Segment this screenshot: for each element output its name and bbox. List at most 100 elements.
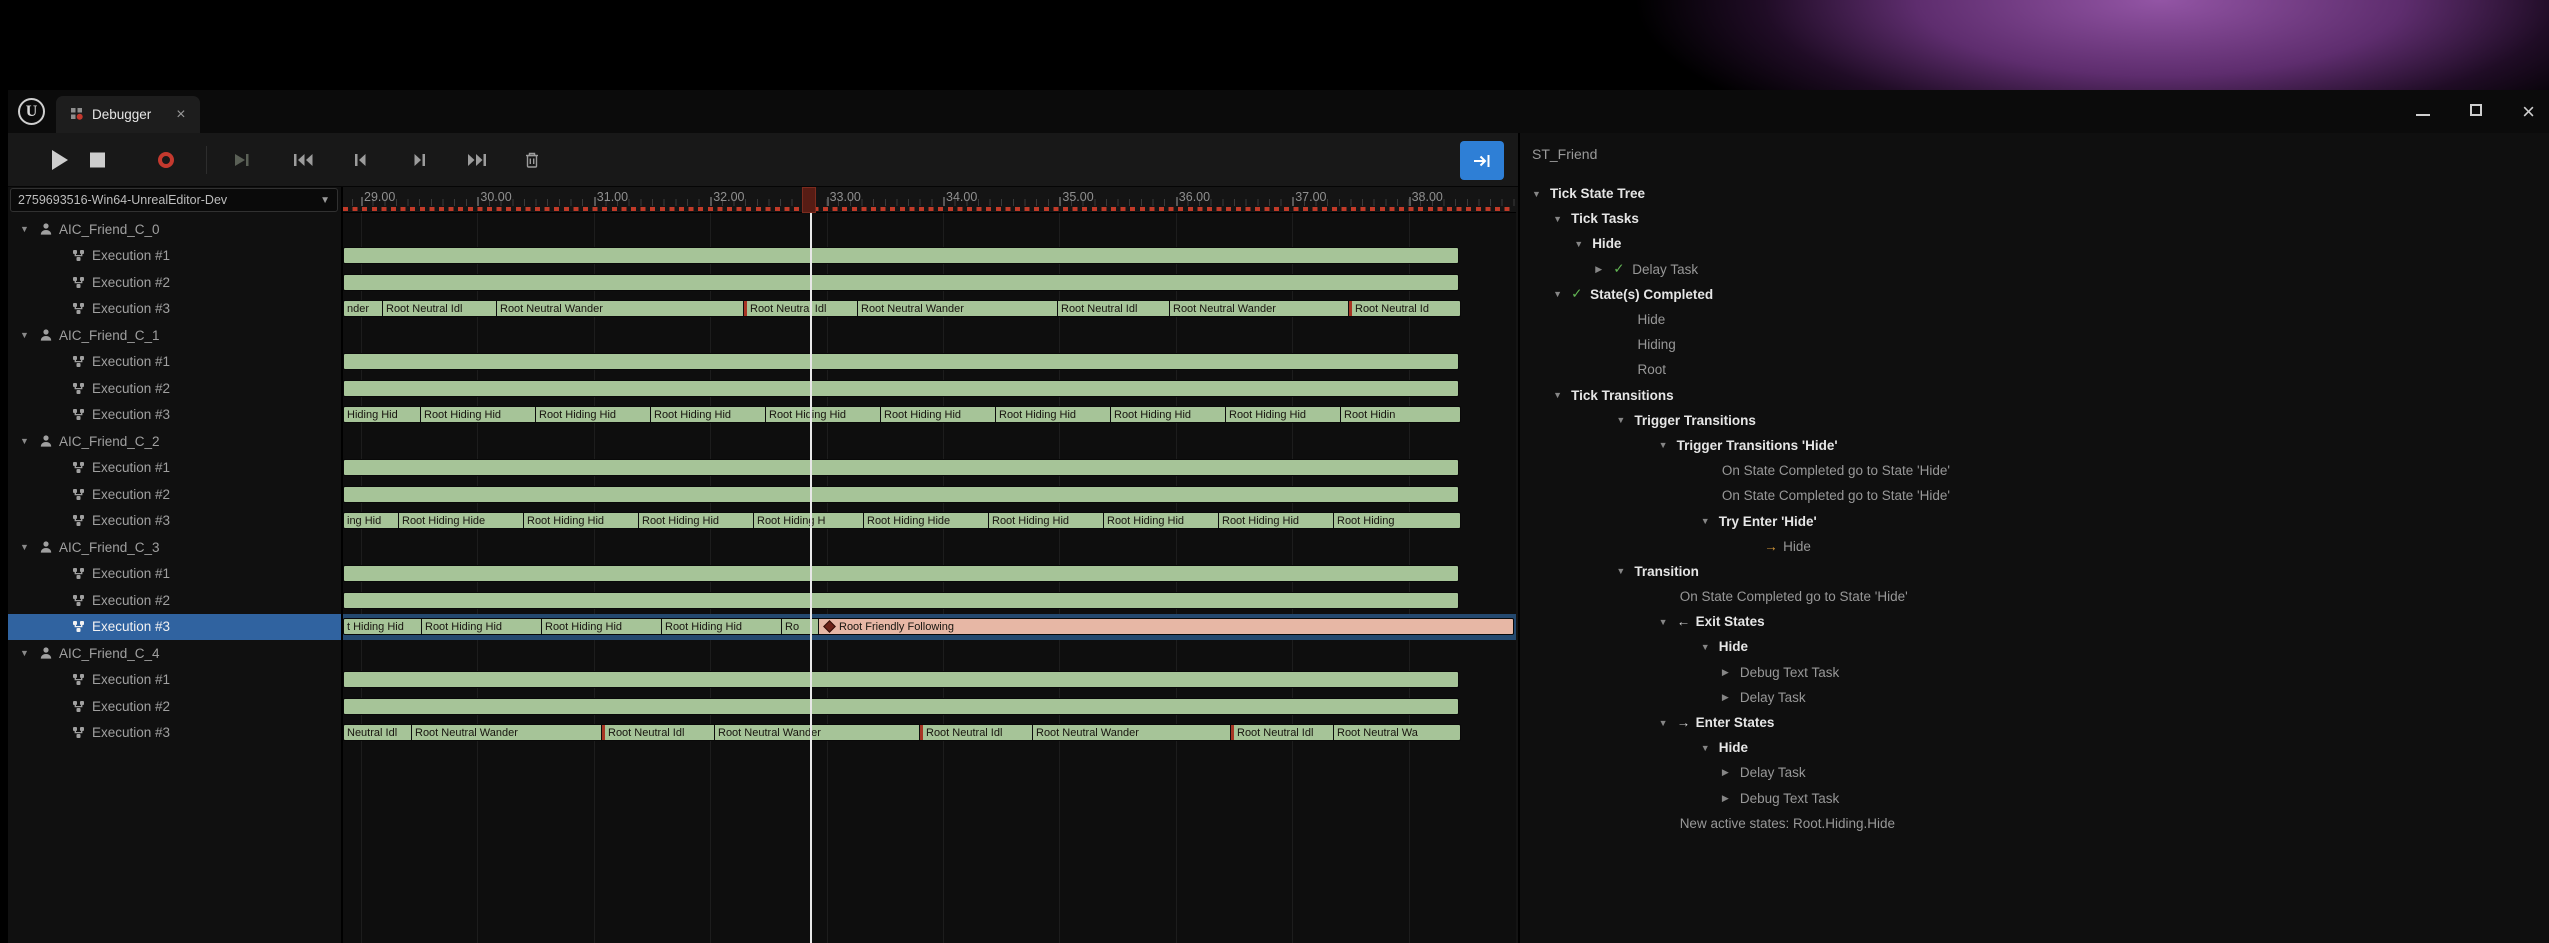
state-tree-row[interactable]: ▼Tick Transitions [1520, 383, 2549, 408]
state-segment[interactable]: Root Neutral Id [1349, 301, 1460, 316]
tree-item-execution[interactable]: Execution #2 [8, 375, 341, 402]
timeline-row[interactable] [343, 667, 1516, 694]
state-tree-row[interactable]: ▼✓State(s) Completed [1520, 282, 2549, 307]
state-tree-row[interactable]: →Hide [1520, 534, 2549, 559]
timeline-row[interactable] [343, 481, 1516, 508]
playhead[interactable] [810, 213, 812, 943]
chevron-down-icon[interactable]: ▼ [1659, 440, 1674, 450]
state-tree-row[interactable]: ▼Hide [1520, 231, 2549, 256]
state-tree-row[interactable]: On State Completed go to State 'Hide' [1520, 458, 2549, 483]
state-segment[interactable]: Root Neutral Idl [1231, 725, 1334, 740]
state-bar[interactable]: Neutral IdlRoot Neutral WanderRoot Neutr… [343, 724, 1461, 741]
tree-item-execution[interactable]: Execution #1 [8, 455, 341, 482]
chevron-down-icon[interactable]: ▼ [1701, 743, 1716, 753]
state-segment[interactable]: Root Hiding Hid [989, 513, 1104, 528]
tree-item-instance[interactable]: ▼AIC_Friend_C_3 [8, 534, 341, 561]
state-segment[interactable]: Root Neutral Idl [744, 301, 858, 316]
state-bar[interactable]: ing HidRoot Hiding HideRoot Hiding HidRo… [343, 512, 1461, 529]
chevron-down-icon[interactable]: ▼ [1553, 289, 1568, 299]
tree-item-instance[interactable]: ▼AIC_Friend_C_1 [8, 322, 341, 349]
state-tree-row[interactable]: Hiding [1520, 332, 2549, 357]
state-segment[interactable]: Root Hiding Hid [639, 513, 754, 528]
state-tree-row[interactable]: ▼→Enter States [1520, 710, 2549, 735]
frame-back-to-start-button[interactable] [292, 152, 314, 168]
chevron-down-icon[interactable]: ▼ [1553, 214, 1568, 224]
state-tree-row[interactable]: ▼Hide [1520, 634, 2549, 659]
state-segment[interactable]: Root Friendly Following [819, 619, 1513, 634]
state-tree-row[interactable]: ▶Debug Text Task [1520, 660, 2549, 685]
state-bar[interactable]: Hiding HidRoot Hiding HidRoot Hiding Hid… [343, 406, 1461, 423]
tree-item-execution[interactable]: Execution #3 [8, 508, 341, 535]
state-segment[interactable]: Root Hiding Hid [422, 619, 542, 634]
state-segment[interactable]: Hiding Hid [344, 407, 421, 422]
state-segment[interactable]: Root Neutral Wander [1170, 301, 1349, 316]
state-tree-row[interactable]: ▼Try Enter 'Hide' [1520, 508, 2549, 533]
state-tree-row[interactable]: ▶Debug Text Task [1520, 786, 2549, 811]
state-bar[interactable] [343, 671, 1459, 688]
chevron-down-icon[interactable]: ▼ [1701, 516, 1716, 526]
chevron-down-icon[interactable]: ▼ [1532, 189, 1547, 199]
play-button[interactable] [52, 150, 68, 170]
tree-item-execution[interactable]: Execution #1 [8, 243, 341, 270]
state-segment[interactable]: Root Hiding Hid [542, 619, 662, 634]
state-bar[interactable]: t Hiding HidRoot Hiding HidRoot Hiding H… [343, 618, 1514, 635]
state-segment[interactable]: Root Hiding Hide [864, 513, 989, 528]
chevron-right-icon[interactable]: ▶ [1722, 667, 1737, 678]
chevron-down-icon[interactable]: ▼ [1574, 239, 1589, 249]
state-tree-row[interactable]: ▶Delay Task [1520, 685, 2549, 710]
timeline-row[interactable] [343, 269, 1516, 296]
state-segment[interactable]: t Hiding Hid [344, 619, 422, 634]
tree-item-execution[interactable]: Execution #2 [8, 587, 341, 614]
state-bar[interactable] [343, 459, 1459, 476]
tree-item-execution[interactable]: Execution #1 [8, 561, 341, 588]
state-bar[interactable] [343, 274, 1459, 291]
state-segment[interactable]: Root Hiding Hid [1226, 407, 1341, 422]
state-tree-row[interactable]: ▼Tick Tasks [1520, 206, 2549, 231]
state-segment[interactable]: Root Hiding Hid [1111, 407, 1226, 422]
state-bar[interactable] [343, 592, 1459, 609]
state-bar[interactable] [343, 486, 1459, 503]
state-segment[interactable]: Root Neutral Wander [715, 725, 920, 740]
chevron-down-icon[interactable]: ▼ [20, 542, 33, 552]
timeline-row[interactable]: ing HidRoot Hiding HideRoot Hiding HidRo… [343, 508, 1516, 535]
timeline-row[interactable] [343, 243, 1516, 270]
chevron-down-icon[interactable]: ▼ [1616, 566, 1631, 576]
state-tree-row[interactable]: ▼Trigger Transitions [1520, 408, 2549, 433]
minimize-button[interactable] [2416, 103, 2430, 121]
timeline-row[interactable]: t Hiding HidRoot Hiding HidRoot Hiding H… [343, 614, 1516, 641]
state-segment[interactable]: Root Hiding H [754, 513, 864, 528]
state-tree-row[interactable]: ▼←Exit States [1520, 609, 2549, 634]
state-segment[interactable]: Root Hidin [1341, 407, 1460, 422]
reset-tracks-button[interactable] [524, 151, 540, 169]
tree-item-execution[interactable]: Execution #1 [8, 667, 341, 694]
state-tree-row[interactable]: ▼Hide [1520, 735, 2549, 760]
state-segment[interactable]: Root Hiding Hide [399, 513, 524, 528]
timeline-row[interactable] [343, 349, 1516, 376]
scrub-handle[interactable] [802, 187, 816, 213]
chevron-right-icon[interactable]: ▶ [1722, 767, 1737, 778]
state-bar[interactable]: nderRoot Neutral IdlRoot Neutral WanderR… [343, 300, 1461, 317]
state-tree-row[interactable]: On State Completed go to State 'Hide' [1520, 584, 2549, 609]
tree-item-instance[interactable]: ▼AIC_Friend_C_0 [8, 216, 341, 243]
state-tree-row[interactable]: Root [1520, 357, 2549, 382]
state-segment[interactable]: Root Neutral Wander [412, 725, 602, 740]
state-segment[interactable]: Root Hiding Hid [651, 407, 766, 422]
state-tree-row[interactable]: Hide [1520, 307, 2549, 332]
state-tree-row[interactable]: ▼Tick State Tree [1520, 181, 2549, 206]
state-segment[interactable]: Root Neutral Idl [602, 725, 715, 740]
timeline-row[interactable]: Neutral IdlRoot Neutral WanderRoot Neutr… [343, 720, 1516, 747]
chevron-down-icon[interactable]: ▼ [20, 648, 33, 658]
chevron-down-icon[interactable]: ▼ [20, 224, 33, 234]
tree-item-execution[interactable]: Execution #2 [8, 481, 341, 508]
timeline-row[interactable] [343, 375, 1516, 402]
state-tree-row[interactable]: ▼Transition [1520, 559, 2549, 584]
chevron-down-icon[interactable]: ▼ [1659, 617, 1674, 627]
state-bar[interactable] [343, 698, 1459, 715]
frame-back-button[interactable] [352, 152, 368, 168]
chevron-down-icon[interactable]: ▼ [20, 330, 33, 340]
timeline-row[interactable] [343, 455, 1516, 482]
chevron-down-icon[interactable]: ▼ [1701, 642, 1716, 652]
state-segment[interactable]: Root Hiding Hid [766, 407, 881, 422]
state-tree-row[interactable]: New active states: Root.Hiding.Hide [1520, 811, 2549, 836]
restore-button[interactable] [2470, 103, 2482, 121]
